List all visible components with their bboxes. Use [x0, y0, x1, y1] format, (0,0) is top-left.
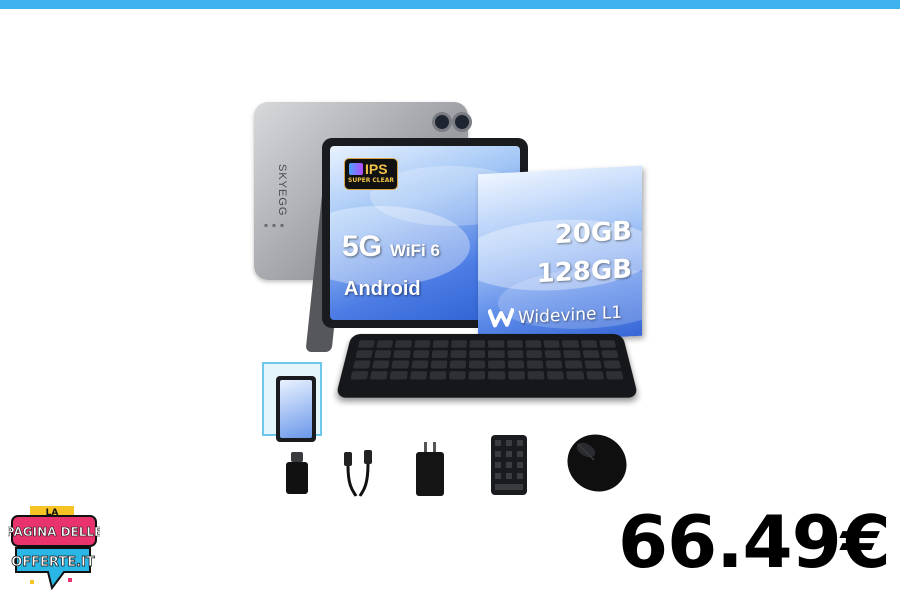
svg-text:OFFERTE.IT: OFFERTE.IT: [11, 555, 95, 570]
keyboard-key: [605, 371, 624, 380]
keyboard-key: [566, 371, 585, 380]
keyboard-key: [393, 350, 411, 358]
keyboard-key: [563, 350, 581, 358]
keyboard-key: [374, 350, 392, 358]
keyboard-key: [469, 340, 486, 348]
keyboard-key: [585, 371, 604, 380]
keyboard-key: [409, 371, 428, 380]
keyboard-key: [431, 350, 449, 358]
wireless-mouse-icon: [567, 434, 627, 492]
charging-cable-icon: [344, 450, 372, 497]
keyboard-key: [543, 340, 561, 348]
small-tablet-thumbnail: [276, 376, 316, 442]
widevine-logo-icon: [488, 307, 514, 328]
keyboard-key: [525, 340, 542, 348]
keyboard-key: [370, 371, 389, 380]
keyboard-key: [546, 371, 565, 380]
keyboard-key: [372, 360, 391, 369]
ips-label: IPS: [365, 161, 388, 177]
keyboard-key: [580, 340, 598, 348]
keyboard-key: [507, 360, 525, 369]
keyboard-key: [488, 340, 505, 348]
keyboard-key: [429, 371, 447, 380]
keyboard-key: [526, 360, 544, 369]
keyboard-key: [527, 371, 545, 380]
keyboard-key: [488, 360, 505, 369]
keyboard-key: [451, 340, 468, 348]
keyboard-key: [355, 350, 374, 358]
ips-sub-label: SUPER CLEAR: [348, 177, 394, 184]
keyboard-key: [506, 340, 523, 348]
la-pagina-delle-offerte-logo: LA PAGINA DELLE OFFERTE.IT: [8, 506, 100, 591]
keyboard-key: [389, 371, 408, 380]
keyboard-key: [412, 350, 430, 358]
keyboard-key: [469, 360, 486, 369]
keyboard-key: [357, 340, 376, 348]
keyboard-key: [449, 371, 467, 380]
ram-label: 20GB: [554, 216, 632, 251]
keyboard-key: [507, 371, 525, 380]
storage-label: 128GB: [536, 254, 632, 290]
network-label: 5G: [342, 230, 383, 263]
usb-c-adapter-icon: [286, 452, 308, 494]
keyboard-key: [376, 340, 394, 348]
keyboard-key: [391, 360, 410, 369]
keyboard-key: [449, 360, 467, 369]
svg-text:PAGINA DELLE: PAGINA DELLE: [8, 525, 100, 539]
mini-keyboard-icon: [491, 435, 527, 495]
keyboard-key: [395, 340, 412, 348]
keyboard-key: [469, 350, 486, 358]
brand-label: SKYEGG: [276, 164, 288, 217]
keyboard-key: [562, 340, 579, 348]
spec-panel: 20GB 128GB Widevine L1: [478, 165, 642, 345]
keyboard-key: [352, 360, 371, 369]
keyboard-key: [603, 360, 622, 369]
keyboard-key: [564, 360, 583, 369]
price-label: 66.49€: [618, 500, 891, 584]
keyboard-key: [450, 350, 467, 358]
keyboard-key: [488, 350, 505, 358]
keyboard-key: [488, 371, 506, 380]
keyboard-key: [350, 371, 369, 380]
keyboard-key: [411, 360, 429, 369]
product-image: SKYEGG ▪ ▪ ▪ IPS SUPER CLEAR 5G WiFi 6 A…: [248, 100, 658, 500]
keyboard-key: [545, 360, 563, 369]
keyboard-accessory: [335, 333, 639, 398]
keyboard-key: [598, 340, 617, 348]
keyboard-key: [507, 350, 524, 358]
keyboard-key: [468, 371, 486, 380]
ips-badge: IPS SUPER CLEAR: [344, 158, 398, 190]
display-icon: [349, 163, 363, 175]
keyboard-key: [413, 340, 431, 348]
keyboard-key: [432, 340, 449, 348]
keyboard-key: [583, 360, 602, 369]
keyboard-key: [582, 350, 600, 358]
keyboard-key: [600, 350, 619, 358]
keyboard-key: [544, 350, 562, 358]
cert-marks: ▪ ▪ ▪: [264, 222, 286, 229]
camera-lens-icon: [432, 112, 452, 132]
wifi-label: WiFi 6: [390, 241, 440, 260]
wall-charger-icon: [416, 442, 444, 496]
os-label: Android: [344, 278, 421, 300]
keyboard-key: [430, 360, 448, 369]
top-accent-bar: [0, 0, 900, 9]
camera-lens-icon: [452, 112, 472, 132]
keyboard-key: [525, 350, 543, 358]
